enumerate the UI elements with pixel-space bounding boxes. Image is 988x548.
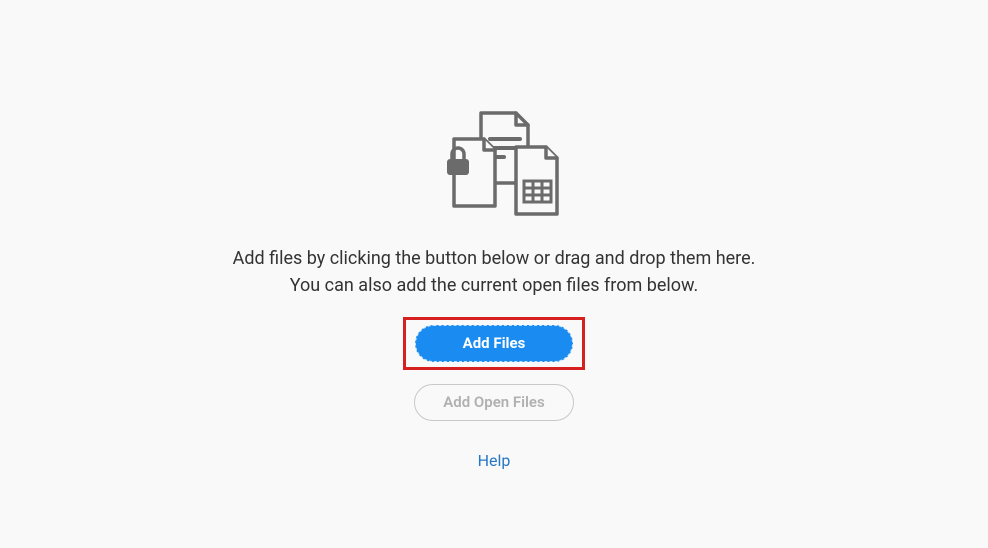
add-files-panel: Add files by clicking the button below o…	[233, 109, 756, 470]
instruction-line-2: You can also add the current open files …	[233, 272, 756, 299]
help-link[interactable]: Help	[478, 451, 511, 470]
add-files-button[interactable]: Add Files	[415, 325, 573, 362]
instruction-text: Add files by clicking the button below o…	[233, 245, 756, 299]
add-open-files-button[interactable]: Add Open Files	[414, 384, 573, 421]
instruction-line-1: Add files by clicking the button below o…	[233, 245, 756, 272]
highlight-annotation: Add Files	[403, 317, 585, 370]
files-illustration-icon	[424, 109, 564, 225]
